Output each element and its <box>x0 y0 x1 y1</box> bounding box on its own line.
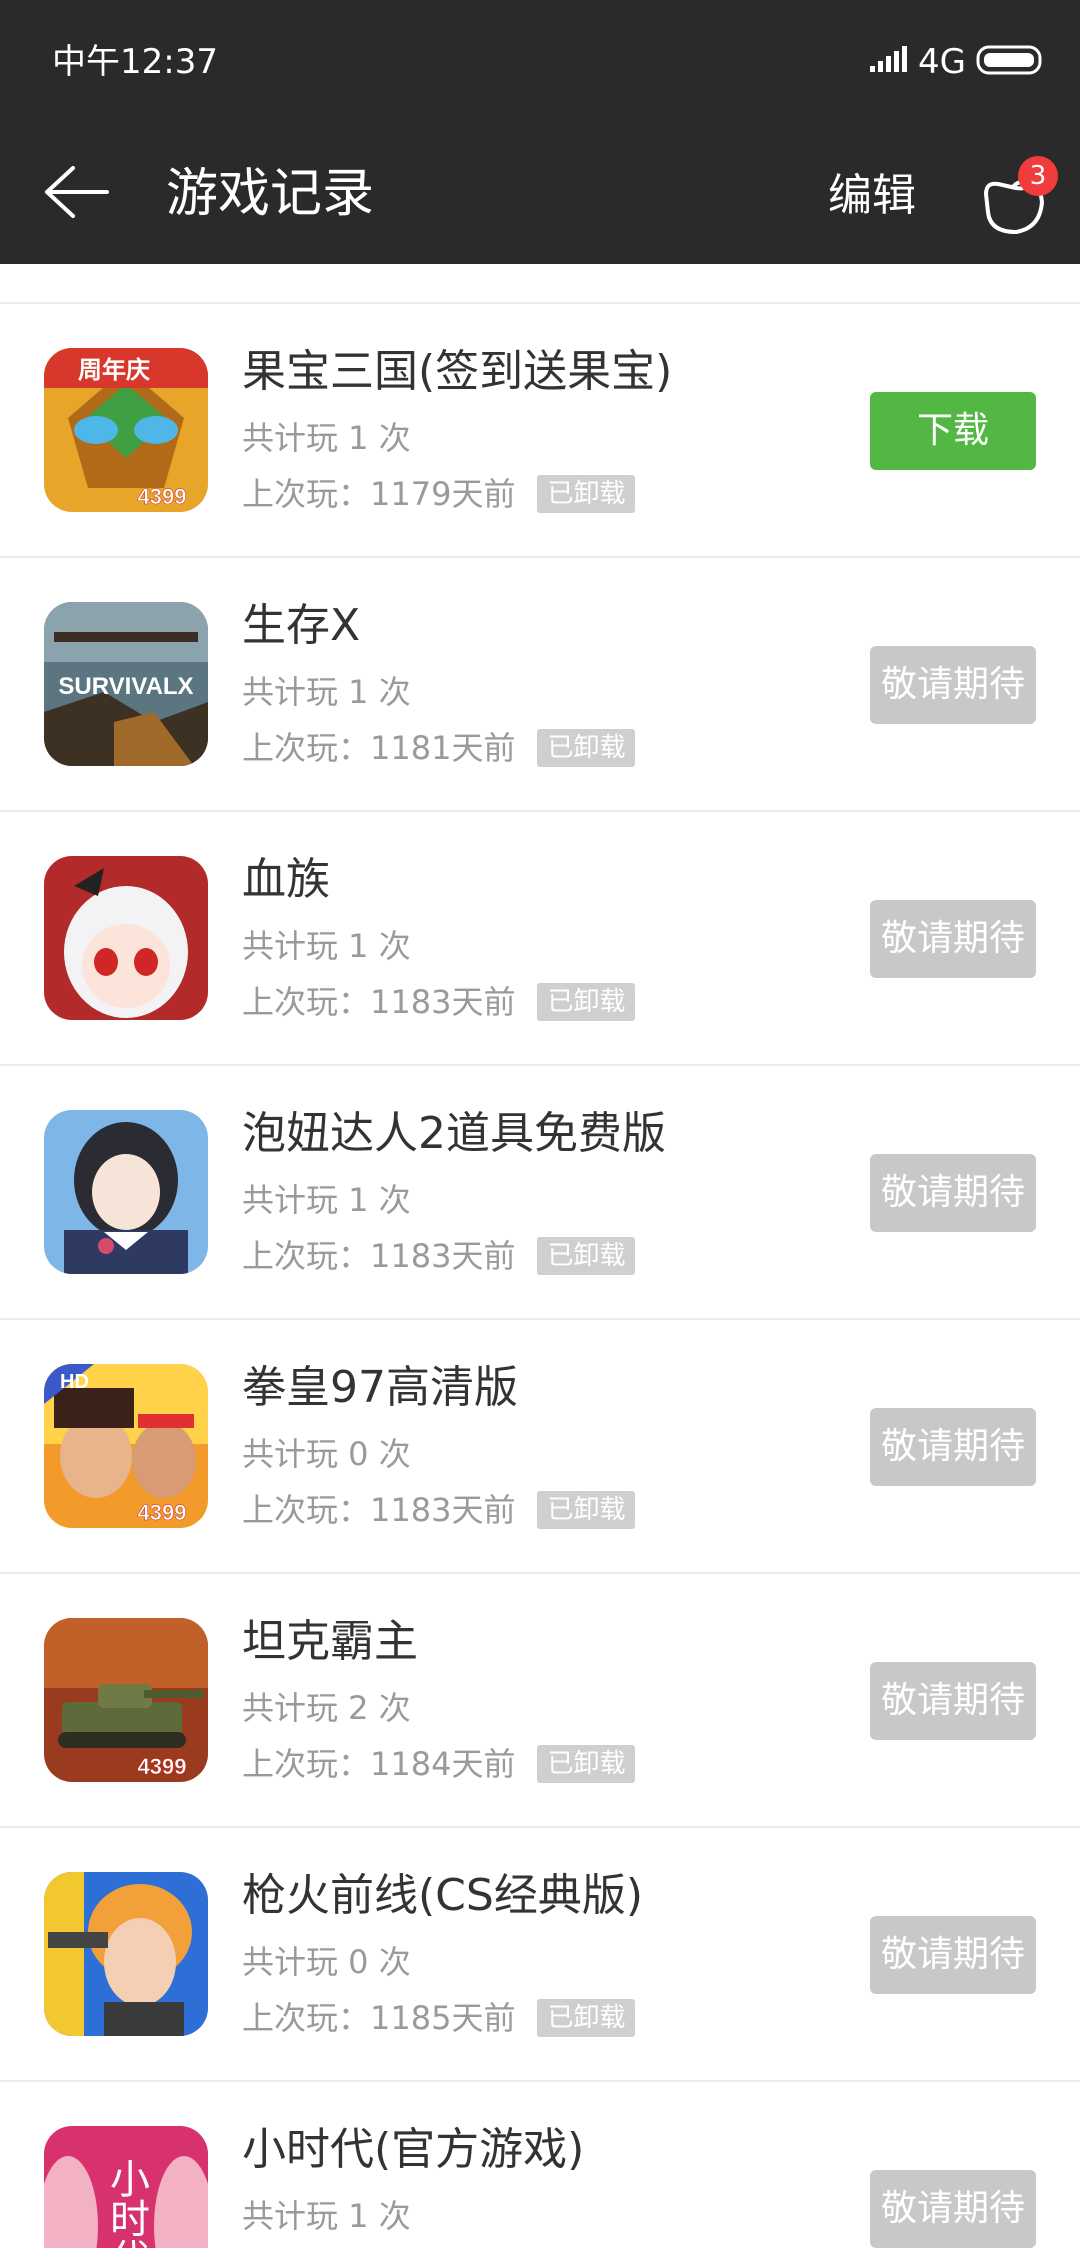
play-count: 共计玩 1 次 <box>242 673 411 711</box>
uninstalled-tag: 已卸载 <box>537 475 636 513</box>
coming-soon-button[interactable]: 敬请期待 <box>870 2170 1036 2248</box>
battery-icon <box>976 44 1046 80</box>
uninstalled-tag: 已卸载 <box>537 1999 636 2037</box>
xuezu-icon <box>44 856 208 1020</box>
list-top-divider <box>0 264 1080 304</box>
svg-text:HD: HD <box>60 1371 89 1393</box>
game-name: 枪火前线(CS经典版) <box>242 1870 643 1921</box>
last-played-row: 上次玩：1181天前 已卸载 <box>242 726 636 770</box>
last-played: 上次玩：1185天前 <box>242 1999 516 2037</box>
last-played-row: 上次玩：1179天前 已卸载 <box>242 472 636 516</box>
uninstalled-tag: 已卸载 <box>537 729 636 767</box>
uninstalled-tag: 已卸载 <box>537 1745 636 1783</box>
network-type: 4G <box>918 42 966 82</box>
guobao-sanguo-icon: 周年庆 4399 <box>44 348 208 512</box>
coming-soon-button[interactable]: 敬请期待 <box>870 1662 1036 1740</box>
coming-soon-button[interactable]: 敬请期待 <box>870 1408 1036 1486</box>
top-bar: 中午12:37 4G 游戏记录 编辑 3 <box>0 0 1080 264</box>
play-count: 共计玩 2 次 <box>242 1689 411 1727</box>
status-icons: 4G <box>870 40 1046 84</box>
game-row-2[interactable]: SURVIVALX 生存X 共计玩 1 次 上次玩：1181天前 已卸载 敬请期… <box>0 558 1080 812</box>
game-name: 血族 <box>242 854 330 905</box>
svg-text:周年庆: 周年庆 <box>78 356 150 384</box>
game-row-1[interactable]: 周年庆 4399 果宝三国(签到送果宝) 共计玩 1 次 上次玩：1179天前 … <box>0 304 1080 558</box>
game-row-8[interactable]: 小时代 小时代(官方游戏) 共计玩 1 次 敬请期待 <box>0 2082 1080 2248</box>
uninstalled-tag: 已卸载 <box>537 1237 636 1275</box>
last-played: 上次玩：1184天前 <box>242 1745 516 1783</box>
last-played-row: 上次玩：1183天前 已卸载 <box>242 980 636 1024</box>
game-name: 泡妞达人2道具免费版 <box>242 1108 666 1159</box>
page-title: 游戏记录 <box>166 164 375 224</box>
uninstalled-tag: 已卸载 <box>537 983 636 1021</box>
last-played-row: 上次玩：1183天前 已卸载 <box>242 1488 636 1532</box>
gift-icon <box>984 174 1044 234</box>
coming-soon-button[interactable]: 敬请期待 <box>870 1154 1036 1232</box>
game-row-3[interactable]: 血族 共计玩 1 次 上次玩：1183天前 已卸载 敬请期待 <box>0 812 1080 1066</box>
play-count: 共计玩 1 次 <box>242 2197 411 2235</box>
svg-text:SURVIVALX: SURVIVALX <box>58 673 193 700</box>
app-bar: 游戏记录 编辑 3 <box>0 120 1080 264</box>
status-bar: 中午12:37 4G <box>0 0 1080 120</box>
game-row-4[interactable]: 泡妞达人2道具免费版 共计玩 1 次 上次玩：1183天前 已卸载 敬请期待 <box>0 1066 1080 1320</box>
game-name: 拳皇97高清版 <box>242 1362 518 1413</box>
coming-soon-button[interactable]: 敬请期待 <box>870 900 1036 978</box>
tank-icon: 4399 <box>44 1618 208 1782</box>
last-played: 上次玩：1183天前 <box>242 983 516 1021</box>
back-arrow-icon <box>45 166 109 218</box>
play-count: 共计玩 1 次 <box>242 419 411 457</box>
game-name: 果宝三国(签到送果宝) <box>242 346 673 397</box>
status-time: 中午12:37 <box>52 42 218 82</box>
game-row-7[interactable]: 枪火前线(CS经典版) 共计玩 0 次 上次玩：1185天前 已卸载 敬请期待 <box>0 1828 1080 2082</box>
svg-text:4399: 4399 <box>138 1500 187 1525</box>
qianghuo-qianxian-icon <box>44 1872 208 2036</box>
last-played: 上次玩：1183天前 <box>242 1491 516 1529</box>
play-count: 共计玩 1 次 <box>242 1181 411 1219</box>
survival-x-icon: SURVIVALX <box>44 602 208 766</box>
last-played-row: 上次玩：1183天前 已卸载 <box>242 1234 636 1278</box>
back-button[interactable] <box>40 156 112 228</box>
xiaoshidai-icon: 小时代 <box>44 2126 208 2248</box>
gift-button[interactable]: 3 <box>976 142 1066 242</box>
last-played: 上次玩：1183天前 <box>242 1237 516 1275</box>
game-row-5[interactable]: HD 4399 拳皇97高清版 共计玩 0 次 上次玩：1183天前 已卸载 敬… <box>0 1320 1080 1574</box>
last-played-row: 上次玩：1185天前 已卸载 <box>242 1996 636 2040</box>
game-record-list: 周年庆 4399 果宝三国(签到送果宝) 共计玩 1 次 上次玩：1179天前 … <box>0 264 1080 2248</box>
kof97-icon: HD 4399 <box>44 1364 208 1528</box>
play-count: 共计玩 1 次 <box>242 927 411 965</box>
last-played: 上次玩：1181天前 <box>242 729 516 767</box>
signal-icon <box>870 46 908 78</box>
svg-text:小时代: 小时代 <box>103 2158 150 2248</box>
play-count: 共计玩 0 次 <box>242 1435 411 1473</box>
paoniu-daren-icon <box>44 1110 208 1274</box>
svg-text:4399: 4399 <box>138 484 187 509</box>
last-played-row: 上次玩：1184天前 已卸载 <box>242 1742 636 1786</box>
download-button[interactable]: 下载 <box>870 392 1036 470</box>
play-count: 共计玩 0 次 <box>242 1943 411 1981</box>
coming-soon-button[interactable]: 敬请期待 <box>870 646 1036 724</box>
game-name: 坦克霸主 <box>242 1616 418 1667</box>
game-row-6[interactable]: 4399 坦克霸主 共计玩 2 次 上次玩：1184天前 已卸载 敬请期待 <box>0 1574 1080 1828</box>
uninstalled-tag: 已卸载 <box>537 1491 636 1529</box>
notification-badge: 3 <box>1018 156 1058 196</box>
svg-text:4399: 4399 <box>138 1754 187 1779</box>
game-name: 小时代(官方游戏) <box>242 2124 585 2175</box>
last-played: 上次玩：1179天前 <box>242 475 516 513</box>
coming-soon-button[interactable]: 敬请期待 <box>870 1916 1036 1994</box>
edit-button[interactable]: 编辑 <box>828 164 916 228</box>
game-name: 生存X <box>242 600 361 651</box>
